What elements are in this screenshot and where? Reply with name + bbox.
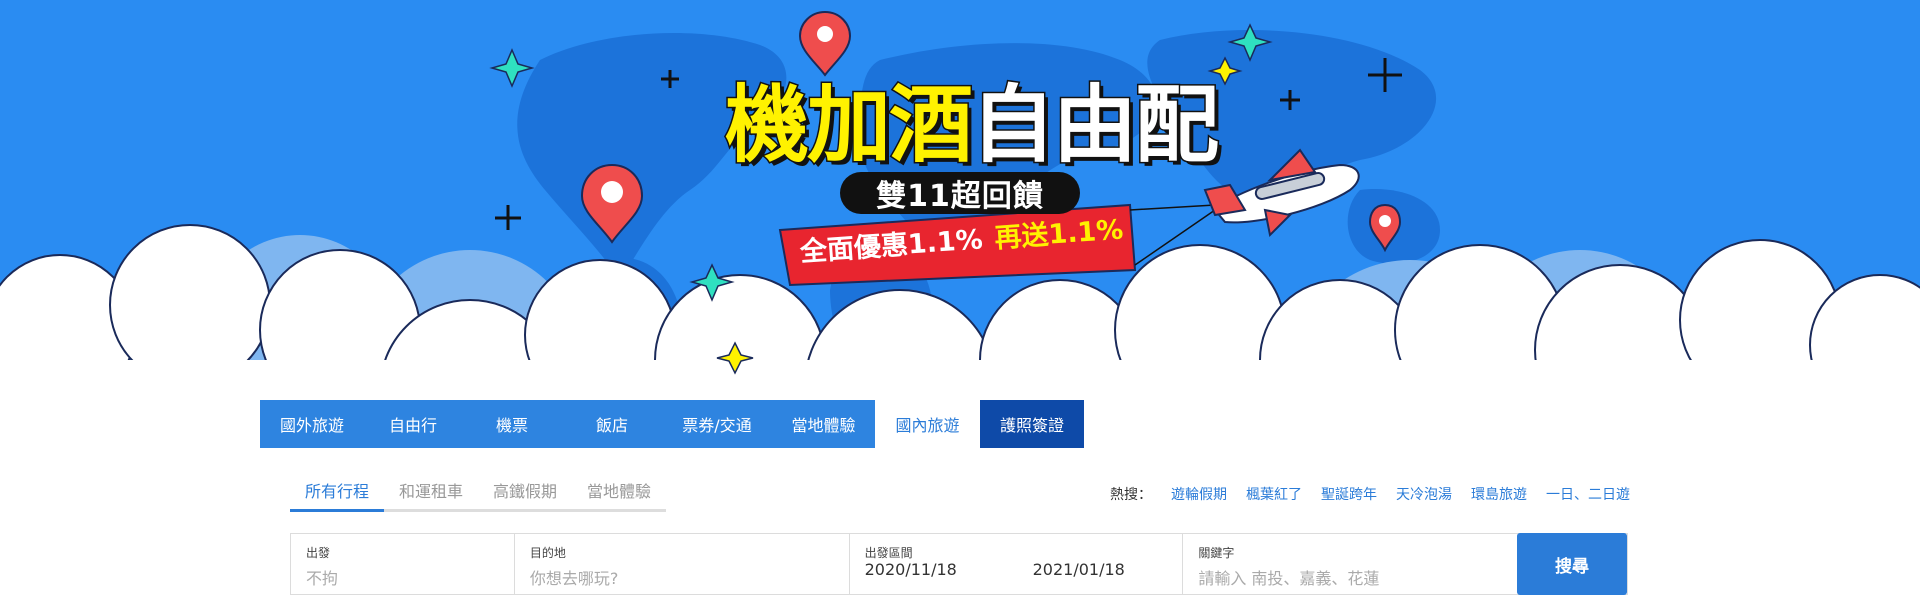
date-range-field[interactable]: 出發區間 2020/11/18 2021/01/18 xyxy=(850,534,1184,594)
keyword-placeholder: 請輸入 南投、嘉義、花蓮 xyxy=(1198,569,1380,588)
tab-domestic-travel[interactable]: 國內旅遊 xyxy=(875,400,980,448)
promo-banner[interactable]: 機加酒 自由配 雙11超回饋 全面優惠1.1% 再送1.1% xyxy=(0,0,1920,450)
keyword-label: 關鍵字 xyxy=(1198,546,1235,560)
destination-field[interactable]: 目的地 你想去哪玩? xyxy=(515,534,850,594)
tab-local-experiences[interactable]: 當地體驗 xyxy=(772,400,875,448)
search-button[interactable]: 搜尋 xyxy=(1517,533,1627,595)
tab-hotels[interactable]: 飯店 xyxy=(562,400,662,448)
hot-keyword[interactable]: 一日、二日遊 xyxy=(1546,484,1630,504)
banner-title-main: 自由配 xyxy=(970,76,1221,174)
tab-flights[interactable]: 機票 xyxy=(462,400,562,448)
subtab-local-experience[interactable]: 當地體驗 xyxy=(572,478,667,512)
banner-subtitle: 雙11超回饋 xyxy=(840,172,1080,214)
tab-overseas-travel[interactable]: 國外旅遊 xyxy=(260,400,364,448)
hot-keyword[interactable]: 楓葉紅了 xyxy=(1246,484,1302,504)
depart-value: 不拘 xyxy=(306,569,339,588)
hot-keyword[interactable]: 環島旅遊 xyxy=(1471,484,1527,504)
tab-tickets-transport[interactable]: 票券/交通 xyxy=(662,400,772,448)
destination-placeholder: 你想去哪玩? xyxy=(529,569,619,588)
hot-searches-label: 熱搜： xyxy=(1110,487,1152,503)
hot-searches: 熱搜： 遊輪假期 楓葉紅了 聖誕跨年 天冷泡湯 環島旅遊 一日、二日遊 xyxy=(1110,484,1630,504)
date-range-label: 出發區間 xyxy=(864,546,913,560)
destination-label: 目的地 xyxy=(529,546,566,560)
subtab-car-rental[interactable]: 和運租車 xyxy=(384,478,479,512)
hot-keyword[interactable]: 遊輪假期 xyxy=(1171,484,1227,504)
tab-free-travel[interactable]: 自由行 xyxy=(364,400,462,448)
date-end[interactable]: 2021/01/18 xyxy=(1033,560,1125,579)
subtabs: 所有行程 和運租車 高鐵假期 當地體驗 xyxy=(290,478,667,512)
subtab-all-itineraries[interactable]: 所有行程 xyxy=(290,478,385,512)
date-start[interactable]: 2020/11/18 xyxy=(865,560,957,579)
hot-keyword[interactable]: 天冷泡湯 xyxy=(1396,484,1452,504)
subtab-hsr-holiday[interactable]: 高鐵假期 xyxy=(478,478,573,512)
hot-keyword[interactable]: 聖誕跨年 xyxy=(1321,484,1377,504)
banner-title: 機加酒 自由配 xyxy=(723,76,1221,174)
search-bar: 出發 不拘 目的地 你想去哪玩? 出發區間 2020/11/18 2021/01… xyxy=(290,533,1628,595)
banner-title-highlight: 機加酒 xyxy=(723,76,974,174)
keyword-field[interactable]: 關鍵字 請輸入 南投、嘉義、花蓮 xyxy=(1183,534,1517,594)
depart-label: 出發 xyxy=(306,546,331,560)
depart-field[interactable]: 出發 不拘 xyxy=(291,534,515,594)
product-tabs: 國外旅遊 自由行 機票 飯店 票券/交通 當地體驗 國內旅遊 護照簽證 xyxy=(260,400,1084,448)
tab-passport-visa[interactable]: 護照簽證 xyxy=(980,400,1084,448)
